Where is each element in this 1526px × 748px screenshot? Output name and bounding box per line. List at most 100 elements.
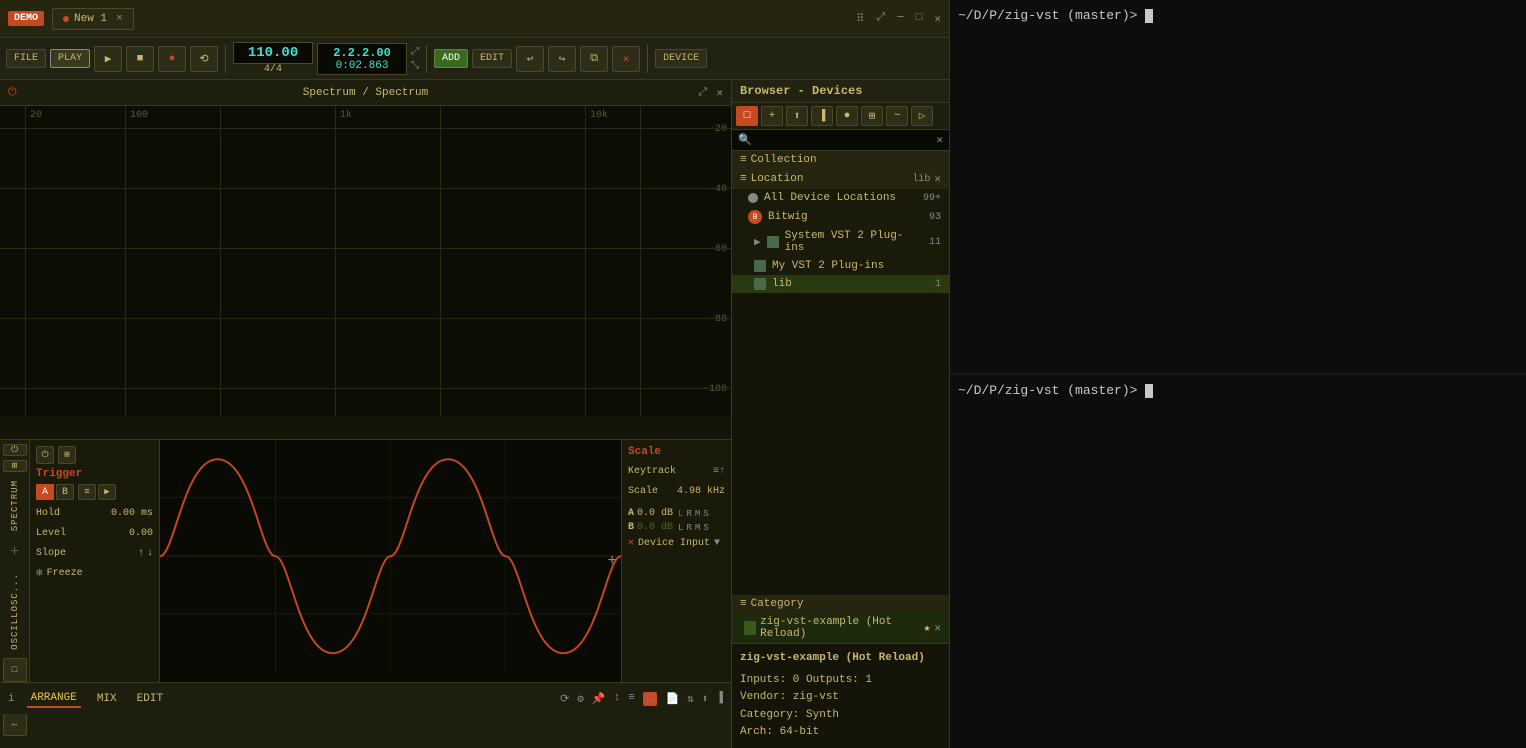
spectrum-tab-label[interactable]: SPECTRUM: [8, 476, 22, 535]
browser-orange-icon[interactable]: □: [736, 106, 758, 126]
keytrack-icon[interactable]: ≡↑: [713, 466, 725, 477]
terminal-bottom[interactable]: ~/D/P/zig-vst (master)>: [950, 375, 1526, 748]
status-sync-icon[interactable]: ⇅: [687, 692, 694, 706]
freeze-row: ❄ Freeze: [36, 566, 153, 580]
delete-button[interactable]: ✕: [612, 46, 640, 72]
lib-label: lib: [912, 174, 930, 185]
browser-bars-icon[interactable]: ▐: [811, 106, 833, 126]
sync-icon-top[interactable]: ⤢: [411, 46, 419, 58]
status-icon-5[interactable]: ≡: [628, 692, 635, 706]
level-value[interactable]: 0.00: [129, 528, 153, 539]
osc-a-tab[interactable]: A: [36, 484, 54, 500]
undo-button[interactable]: ↩: [516, 46, 544, 72]
osc-bars-btn[interactable]: ≡: [78, 484, 96, 500]
osc-play-btn[interactable]: ▶: [98, 484, 116, 500]
search-input[interactable]: [756, 134, 933, 146]
window-minimize-icon[interactable]: ─: [897, 12, 904, 26]
spectrum-power-icon[interactable]: ⏻: [8, 87, 17, 99]
mix-tab[interactable]: MIX: [93, 691, 121, 707]
system-vst2-item[interactable]: ▶ System VST 2 Plug-ins 11: [732, 227, 949, 257]
stop-button[interactable]: ■: [126, 46, 154, 72]
status-file-icon[interactable]: 📄: [665, 692, 679, 706]
my-vst2-item[interactable]: My VST 2 Plug-ins: [732, 257, 949, 275]
power-tab-btn[interactable]: ⏻: [3, 444, 27, 456]
status-icon-4[interactable]: ↕: [614, 692, 621, 706]
right-panel: ~/D/P/zig-vst (master)> ~/D/P/zig-vst (m…: [950, 0, 1526, 748]
window-close-icon[interactable]: ✕: [934, 12, 941, 26]
category-device-item[interactable]: zig-vst-example (Hot Reload) ★ ✕: [732, 613, 949, 643]
bpm-display[interactable]: 110.00: [233, 42, 313, 64]
location-close-icon[interactable]: ✕: [934, 172, 941, 186]
category-header[interactable]: ≡ Category: [732, 595, 949, 613]
device-button[interactable]: DEVICE: [655, 49, 707, 68]
sync-icon-bottom[interactable]: ⤡: [411, 60, 419, 72]
spectrum-expand-icon[interactable]: ⤢: [698, 87, 707, 99]
redo-button[interactable]: ↪: [548, 46, 576, 72]
side-btn-1[interactable]: □: [3, 658, 27, 682]
osc-controls: ⏻ ⊞ Trigger A B ≡ ▶ Hold 0.00 ms: [30, 440, 160, 682]
location-icon: ≡: [740, 173, 747, 185]
browser-pin-icon[interactable]: ⬆: [786, 106, 808, 126]
browser-section: Browser - Devices □ + ⬆ ▐ ● ⊞ ~ ▷ 🔍 ✕ ≡: [731, 80, 949, 748]
slope-down[interactable]: ↓: [147, 548, 153, 559]
status-icon-2[interactable]: ⚙: [577, 692, 584, 706]
browser-wave-icon[interactable]: ~: [886, 106, 908, 126]
window-maximize-icon[interactable]: □: [916, 12, 923, 26]
edit-tab[interactable]: EDIT: [133, 691, 167, 707]
grid-tab-btn[interactable]: ⊞: [3, 460, 27, 472]
loop-button[interactable]: ⟲: [190, 46, 218, 72]
scale-hz-value[interactable]: 4.98 kHz: [677, 486, 725, 497]
file-button[interactable]: FILE: [6, 49, 46, 68]
status-push-icon[interactable]: ⬆: [702, 692, 709, 706]
location-header[interactable]: ≡ Location lib ✕: [732, 169, 949, 189]
add-button[interactable]: ADD: [434, 49, 468, 68]
copy-button[interactable]: ⧉: [580, 46, 608, 72]
slope-up[interactable]: ↑: [138, 548, 144, 559]
all-device-locations-item[interactable]: All Device Locations 99+: [732, 189, 949, 207]
hold-value[interactable]: 0.00 ms: [111, 508, 153, 519]
terminal-top[interactable]: ~/D/P/zig-vst (master)>: [950, 0, 1526, 375]
device-input-arrow[interactable]: ▼: [714, 538, 720, 549]
osc-grid-btn[interactable]: ⊞: [58, 446, 76, 464]
window-menu-icon[interactable]: ⠿: [856, 12, 864, 26]
info-icon[interactable]: i: [8, 693, 15, 705]
status-bars-icon[interactable]: ▐: [716, 692, 723, 706]
play-label-button[interactable]: PLAY: [50, 49, 90, 68]
status-bottom-icon[interactable]: □: [643, 692, 658, 706]
osc-power-btn[interactable]: ⏻: [36, 446, 54, 464]
browser-toolbar: □ + ⬆ ▐ ● ⊞ ~ ▷: [732, 103, 949, 130]
status-icon-1[interactable]: ⟳: [560, 692, 569, 706]
osc-add-icon[interactable]: +: [607, 552, 617, 570]
hgrid-3: [0, 248, 731, 249]
browser-circle-icon[interactable]: ●: [836, 106, 858, 126]
tab-close-icon[interactable]: ×: [116, 13, 123, 25]
device-info-io: Inputs: 0 Outputs: 1: [740, 672, 941, 690]
osc-header: ⏻ ⊞: [36, 446, 153, 464]
spectrum-close-icon[interactable]: ✕: [716, 86, 723, 100]
browser-plus-icon[interactable]: +: [761, 106, 783, 126]
osc-ab-tabs: A B ≡ ▶: [36, 484, 153, 500]
lib-item[interactable]: lib 1: [732, 275, 949, 293]
window-float-icon[interactable]: ⤢: [876, 12, 885, 26]
category-close-icon[interactable]: ✕: [934, 621, 941, 635]
level-label: Level: [36, 528, 66, 539]
browser-right-icon[interactable]: ▷: [911, 106, 933, 126]
play-button[interactable]: ▶: [94, 46, 122, 72]
bitwig-item[interactable]: B Bitwig 93: [732, 207, 949, 227]
edit-button[interactable]: EDIT: [472, 49, 512, 68]
browser-grid-icon[interactable]: ⊞: [861, 106, 883, 126]
position-display[interactable]: 2.2.2.00 0:02.863: [317, 43, 407, 75]
category-star-icon[interactable]: ★: [924, 621, 931, 635]
status-icon-3[interactable]: 📌: [592, 692, 606, 706]
arrange-tab[interactable]: ARRANGE: [27, 690, 81, 708]
freeze-label[interactable]: Freeze: [47, 568, 83, 579]
side-btn-3[interactable]: ↔: [3, 712, 27, 736]
record-button[interactable]: ●: [158, 46, 186, 72]
osc-b-tab[interactable]: B: [56, 484, 74, 500]
main-tab[interactable]: New 1 ×: [52, 8, 134, 30]
search-clear-icon[interactable]: ✕: [936, 133, 943, 147]
ch-a-row: A 0.0 dB L R M S: [628, 508, 725, 519]
oscillosc-tab-label[interactable]: OSCILLOSC...: [8, 569, 22, 654]
device-input-label[interactable]: Device Input: [638, 538, 710, 549]
collection-header[interactable]: ≡ Collection: [732, 151, 949, 169]
